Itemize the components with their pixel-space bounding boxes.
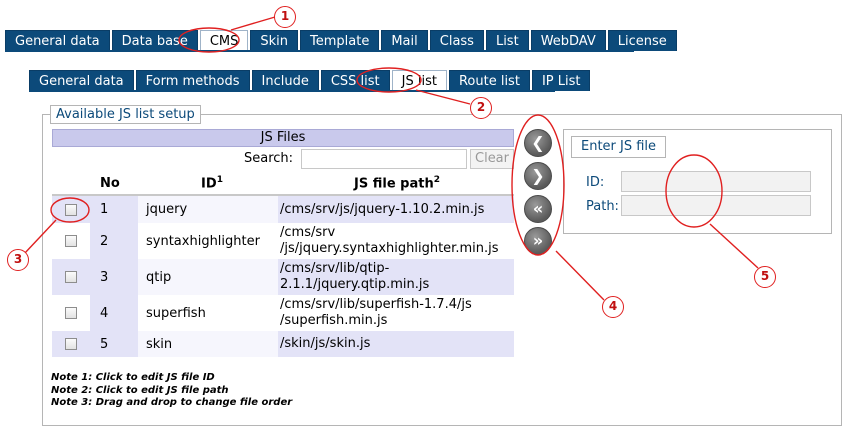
table-row[interactable]: 5 skin/skin/js/skin.js <box>52 331 514 357</box>
note-1: Note 1: Click to edit JS file ID <box>51 372 215 383</box>
note-2: Note 2: Click to edit JS file path <box>51 384 229 396</box>
path-label: Path: <box>586 199 619 214</box>
sub-tab-include[interactable]: Include <box>251 70 319 91</box>
chevron-left-icon: ❮ <box>531 133 545 152</box>
main-tab-underline <box>5 50 634 52</box>
double-chevron-left-icon: « <box>532 199 544 218</box>
note-3: Note 3: Drag and drop to change file ord… <box>51 397 293 408</box>
search-label: Search: <box>244 151 294 166</box>
row-checkbox[interactable] <box>65 307 77 319</box>
clear-button[interactable]: Clear <box>470 149 514 169</box>
table-row[interactable]: 4 superfish/cms/srv/lib/superfish-1.7.4/j… <box>52 295 514 331</box>
row-select-cell <box>52 195 90 223</box>
path-column-header[interactable]: JS file path2 <box>278 173 514 196</box>
setup-legend: Available JS list setup <box>50 105 201 124</box>
no-column-header: No <box>90 173 138 196</box>
move-all-left-button[interactable]: « <box>524 195 552 223</box>
row-checkbox[interactable] <box>65 271 77 283</box>
row-id[interactable]: skin <box>138 331 278 357</box>
row-number: 4 <box>90 295 138 331</box>
callout-number-3: 3 <box>7 249 29 271</box>
sub-tab-css-list[interactable]: CSS list <box>320 70 390 91</box>
sub-tab-route-list[interactable]: Route list <box>448 70 530 91</box>
main-tab-data-base[interactable]: Data base <box>111 30 198 51</box>
sub-tab-general-data[interactable]: General data <box>29 70 134 91</box>
callout-leader-2 <box>415 89 471 105</box>
row-path[interactable]: /cms/srv/js/jquery-1.10.2.min.js <box>278 195 514 223</box>
row-number: 3 <box>90 259 138 295</box>
table-row[interactable]: 2 syntaxhighlighter/cms/srv /js/jquery.sy… <box>52 223 514 259</box>
sub-tab-form-methods[interactable]: Form methods <box>135 70 250 91</box>
main-tab-skin[interactable]: Skin <box>250 30 299 51</box>
sub-tab-bar: General data Form methods Include CSS list J… <box>29 70 592 91</box>
sub-tab-ip-list[interactable]: IP List <box>531 70 591 91</box>
main-tab-class[interactable]: Class <box>429 30 484 51</box>
table-row[interactable]: 3 qtip/cms/srv/lib/qtip- 2.1.1/jquery.qti… <box>52 259 514 295</box>
main-tab-mail[interactable]: Mail <box>381 30 428 51</box>
double-chevron-right-icon: » <box>532 231 544 250</box>
row-number: 1 <box>90 195 138 223</box>
table-row[interactable]: 1 jquery/cms/srv/js/jquery-1.10.2.min.js <box>52 195 514 223</box>
row-number: 2 <box>90 223 138 259</box>
js-files-header: JS Files <box>52 129 514 147</box>
sub-tab-js-list[interactable]: JS list <box>391 70 447 91</box>
main-tab-bar: General data Data base CMS Skin Template Mail… <box>5 30 679 51</box>
id-input[interactable] <box>621 171 811 192</box>
main-tab-general-data[interactable]: General data <box>5 30 110 51</box>
move-all-right-button[interactable]: » <box>524 227 552 255</box>
chevron-right-icon: ❯ <box>531 166 545 185</box>
main-tab-webdav[interactable]: WebDAV <box>530 30 606 51</box>
main-tab-list[interactable]: List <box>485 30 529 51</box>
main-tab-license[interactable]: License <box>607 30 677 51</box>
row-number: 5 <box>90 331 138 357</box>
row-select-cell <box>52 331 90 357</box>
row-path[interactable]: /cms/srv/lib/qtip- 2.1.1/jquery.qtip.min… <box>278 259 514 295</box>
js-files-table: No ID1 JS file path2 1 jquery/cms/srv/js/… <box>52 173 514 357</box>
id-label: ID: <box>586 175 605 190</box>
id-column-header[interactable]: ID1 <box>138 173 278 196</box>
enter-js-file-button[interactable]: Enter JS file <box>571 136 667 158</box>
callout-number-2: 2 <box>470 97 492 119</box>
row-checkbox[interactable] <box>65 235 77 247</box>
row-id[interactable]: qtip <box>138 259 278 295</box>
main-tab-cms[interactable]: CMS <box>199 30 249 51</box>
row-checkbox[interactable] <box>65 338 77 350</box>
callout-number-4: 4 <box>602 296 624 318</box>
move-left-button[interactable]: ❮ <box>524 129 552 157</box>
select-column-header <box>52 173 90 196</box>
main-tab-template[interactable]: Template <box>300 30 380 51</box>
row-id[interactable]: jquery <box>138 195 278 223</box>
move-right-button[interactable]: ❯ <box>524 162 552 190</box>
path-input[interactable] <box>621 195 811 216</box>
row-select-cell <box>52 295 90 331</box>
callout-leader-1 <box>230 16 276 31</box>
callout-number-1: 1 <box>274 6 296 28</box>
notes: Note 1: Click to edit JS file ID Note 2:… <box>51 372 292 410</box>
row-select-cell <box>52 259 90 295</box>
callout-number-5: 5 <box>754 266 776 288</box>
row-id[interactable]: syntaxhighlighter <box>138 223 278 259</box>
table-header-row: No ID1 JS file path2 <box>52 173 514 196</box>
row-checkbox[interactable] <box>65 203 77 216</box>
row-path[interactable]: /skin/js/skin.js <box>278 331 514 357</box>
search-input[interactable] <box>301 149 467 169</box>
row-path[interactable]: /cms/srv/lib/superfish-1.7.4/js /superfi… <box>278 295 514 331</box>
row-select-cell <box>52 223 90 259</box>
row-id[interactable]: superfish <box>138 295 278 331</box>
sub-tab-underline <box>29 90 555 92</box>
row-path[interactable]: /cms/srv /js/jquery.syntaxhighlighter.mi… <box>278 223 514 259</box>
